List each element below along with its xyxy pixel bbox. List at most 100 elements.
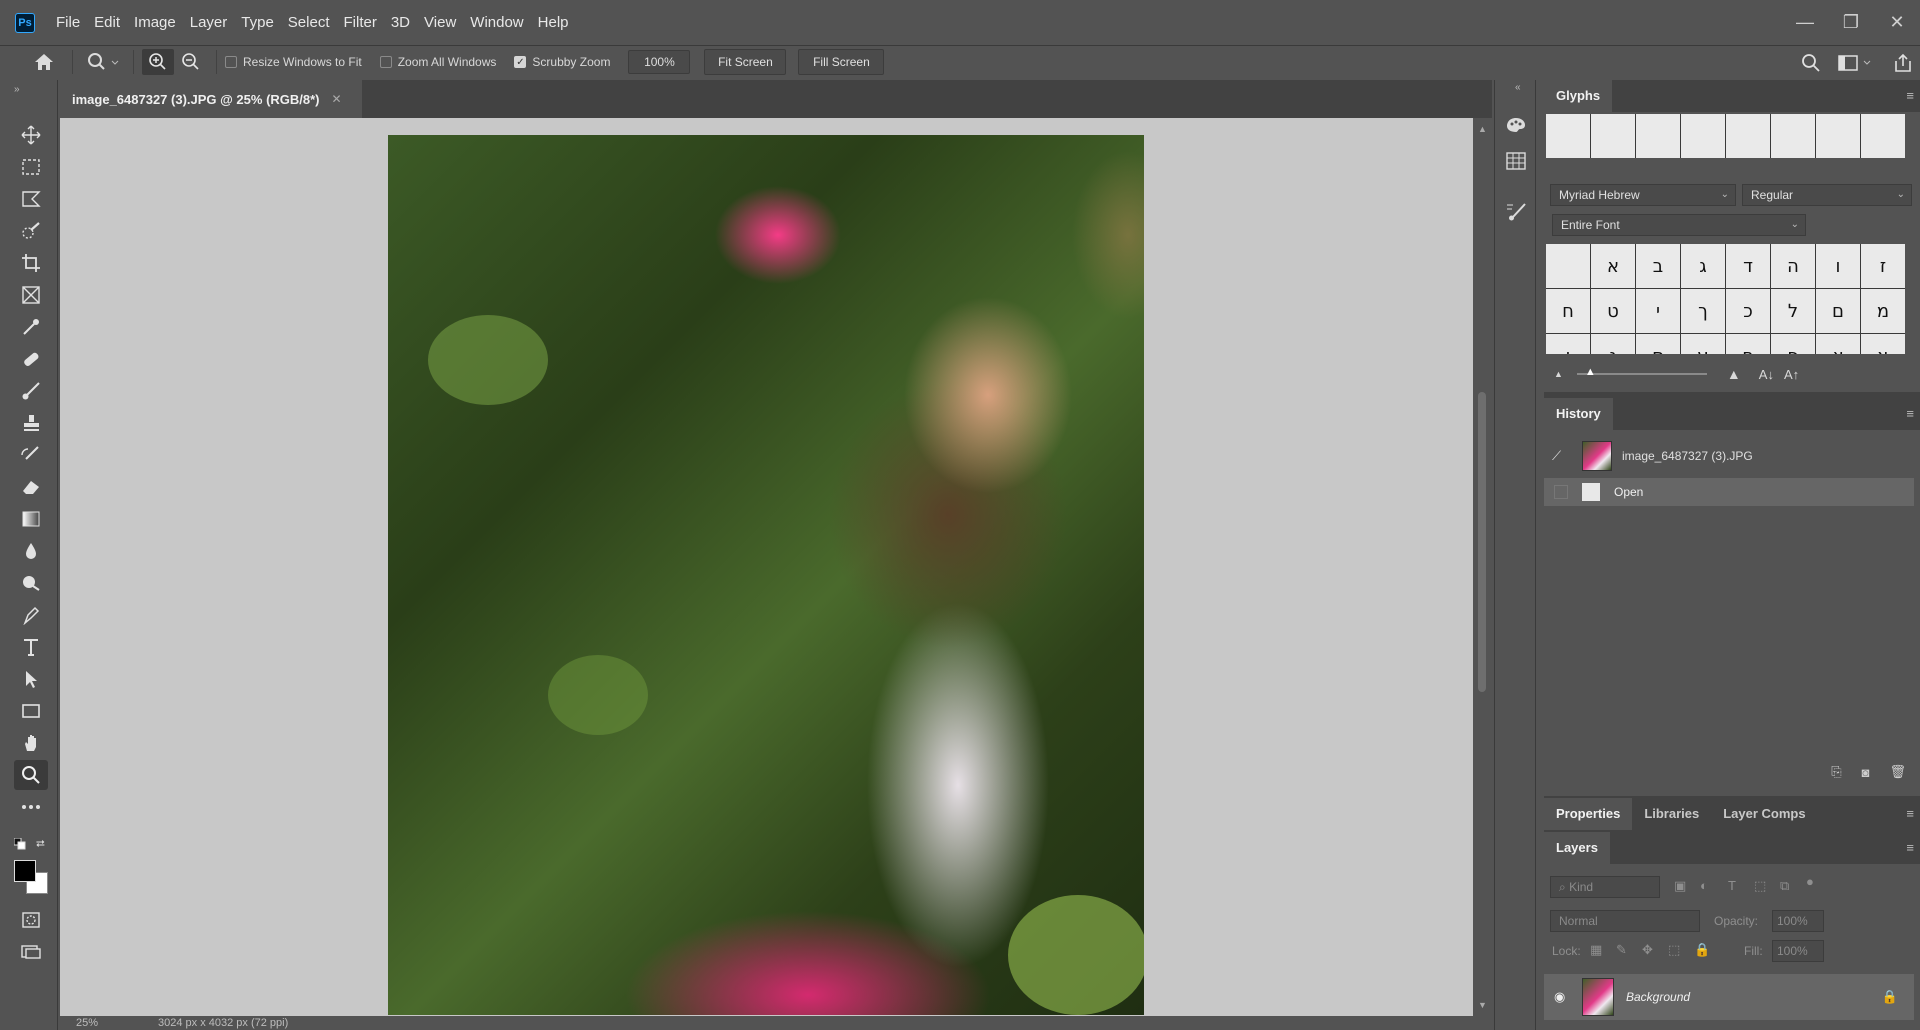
menu-3d[interactable]: 3D	[384, 0, 417, 45]
glyph-cell[interactable]: ו	[1816, 244, 1860, 288]
glyph-cell[interactable]: ג	[1681, 244, 1725, 288]
close-tab-icon[interactable]: ✕	[332, 92, 342, 106]
menu-help[interactable]: Help	[531, 0, 576, 45]
vertical-scrollbar[interactable]: ▲ ▼	[1473, 118, 1492, 1016]
history-state[interactable]: Open	[1544, 478, 1914, 506]
history-brush-source-icon[interactable]: ⟋	[1552, 448, 1572, 464]
menu-window[interactable]: Window	[463, 0, 530, 45]
panel-menu-icon[interactable]: ≡	[1906, 806, 1914, 821]
type-tool-icon[interactable]	[14, 632, 48, 662]
eraser-tool-icon[interactable]	[14, 472, 48, 502]
lock-image-icon[interactable]: ✎	[1616, 942, 1627, 958]
default-colors-icon[interactable]	[13, 837, 26, 850]
checkbox-box[interactable]	[225, 56, 237, 68]
scroll-down-icon[interactable]: ▼	[1478, 1000, 1487, 1010]
lock-transparent-icon[interactable]: ▦	[1590, 942, 1602, 958]
restore-icon[interactable]: ❐	[1828, 0, 1874, 45]
filter-shape-icon[interactable]: ⬚	[1754, 878, 1766, 894]
lock-artboard-icon[interactable]: ⬚	[1668, 942, 1680, 958]
frame-tool-icon[interactable]	[14, 280, 48, 310]
new-document-from-state-icon[interactable]: ⎘	[1831, 764, 1841, 780]
lock-all-icon[interactable]: 🔒	[1694, 942, 1710, 958]
increase-glyph-size-icon[interactable]: A↑	[1784, 367, 1799, 382]
glyph-cell[interactable]: ט	[1591, 289, 1635, 333]
glyph-cell[interactable]: י	[1636, 289, 1680, 333]
glyph-cell[interactable]: ה	[1771, 244, 1815, 288]
share-icon[interactable]	[1890, 50, 1916, 76]
tab-history[interactable]: History	[1544, 398, 1613, 430]
quick-mask-icon[interactable]	[14, 905, 48, 935]
swatches-panel-icon[interactable]	[1503, 148, 1529, 174]
zoom-tool-preset-icon[interactable]	[81, 52, 125, 72]
glyph-cell[interactable]	[1726, 114, 1770, 158]
dodge-tool-icon[interactable]	[14, 568, 48, 598]
layer-row[interactable]: ◉ Background 🔒	[1544, 974, 1914, 1020]
font-style-select[interactable]: Regular ⌄	[1742, 184, 1912, 206]
marquee-tool-icon[interactable]	[14, 152, 48, 182]
search-icon[interactable]	[1798, 50, 1824, 76]
menu-type[interactable]: Type	[234, 0, 281, 45]
close-icon[interactable]: ✕	[1874, 0, 1920, 45]
tab-layers[interactable]: Layers	[1544, 832, 1610, 864]
glyph-cell[interactable]: ע	[1681, 334, 1725, 354]
glyph-cell[interactable]	[1546, 114, 1590, 158]
glyph-cell[interactable]: ב	[1636, 244, 1680, 288]
pen-tool-icon[interactable]	[14, 600, 48, 630]
resize-windows-checkbox[interactable]: Resize Windows to Fit	[225, 55, 362, 69]
expand-panels-icon[interactable]: «	[1515, 82, 1521, 93]
glyph-cell[interactable]	[1816, 114, 1860, 158]
rectangle-tool-icon[interactable]	[14, 696, 48, 726]
glyph-cell[interactable]	[1546, 244, 1590, 288]
gradient-tool-icon[interactable]	[14, 504, 48, 534]
collapse-arrows-icon[interactable]: »	[14, 84, 20, 95]
glyph-cell[interactable]: ד	[1726, 244, 1770, 288]
scrubby-zoom-checkbox[interactable]: ✓ Scrubby Zoom	[514, 55, 610, 69]
glyph-cell[interactable]: נ	[1591, 334, 1635, 354]
document-image[interactable]	[388, 135, 1144, 1015]
color-panel-icon[interactable]	[1503, 112, 1529, 138]
menu-view[interactable]: View	[417, 0, 463, 45]
menu-layer[interactable]: Layer	[183, 0, 235, 45]
glyph-cell[interactable]: מ	[1861, 289, 1905, 333]
layer-kind-filter[interactable]: ⌕ Kind	[1550, 876, 1660, 898]
history-snapshot[interactable]: ⟋ image_6487327 (3).JPG	[1544, 436, 1914, 476]
glyph-cell[interactable]	[1681, 114, 1725, 158]
scrollbar-thumb[interactable]	[1478, 392, 1486, 692]
filter-type-icon[interactable]: T	[1728, 878, 1736, 893]
small-mountain-icon[interactable]: ▲	[1554, 369, 1563, 379]
eyedropper-tool-icon[interactable]	[14, 312, 48, 342]
glyph-cell[interactable]	[1636, 114, 1680, 158]
fill-field[interactable]: 100%	[1772, 940, 1824, 962]
fill-screen-button[interactable]: Fill Screen	[798, 49, 885, 75]
more-tools-icon[interactable]	[14, 792, 48, 822]
tab-layer-comps[interactable]: Layer Comps	[1711, 798, 1817, 830]
document-tab[interactable]: image_6487327 (3).JPG @ 25% (RGB/8*) ✕	[60, 80, 362, 118]
scroll-up-icon[interactable]: ▲	[1478, 124, 1487, 134]
zoom-tool-icon[interactable]	[14, 760, 48, 790]
glyph-cell[interactable]: ח	[1546, 289, 1590, 333]
fit-screen-button[interactable]: Fit Screen	[704, 49, 787, 75]
workspace-icon[interactable]	[1836, 50, 1876, 76]
history-brush-tool-icon[interactable]	[14, 440, 48, 470]
quick-selection-tool-icon[interactable]	[14, 216, 48, 246]
canvas-area[interactable]	[60, 118, 1473, 1016]
glyph-cell[interactable]	[1861, 114, 1905, 158]
history-brush-source-checkbox[interactable]	[1554, 485, 1568, 499]
filter-toggle-icon[interactable]: ●	[1806, 874, 1814, 889]
menu-filter[interactable]: Filter	[337, 0, 384, 45]
zoom-status[interactable]: 25%	[76, 1017, 98, 1029]
glyph-cell[interactable]: ף	[1726, 334, 1770, 354]
opacity-field[interactable]: 100%	[1772, 910, 1824, 932]
filter-smart-object-icon[interactable]: ⧉	[1780, 878, 1789, 894]
glyph-cell[interactable]: פ	[1771, 334, 1815, 354]
zoom-all-windows-checkbox[interactable]: Zoom All Windows	[379, 55, 496, 69]
zoom-out-icon[interactable]	[174, 52, 208, 72]
glyph-cell[interactable]: כ	[1726, 289, 1770, 333]
glyph-cell[interactable]	[1771, 114, 1815, 158]
filter-pixel-icon[interactable]: ▣	[1674, 878, 1686, 894]
lasso-tool-icon[interactable]	[14, 184, 48, 214]
tab-libraries[interactable]: Libraries	[1632, 798, 1711, 830]
trash-icon[interactable]: 🗑	[1889, 764, 1906, 780]
slider-thumb[interactable]: ▲	[1585, 366, 1596, 378]
checkmark-icon[interactable]: ✓	[514, 56, 527, 68]
